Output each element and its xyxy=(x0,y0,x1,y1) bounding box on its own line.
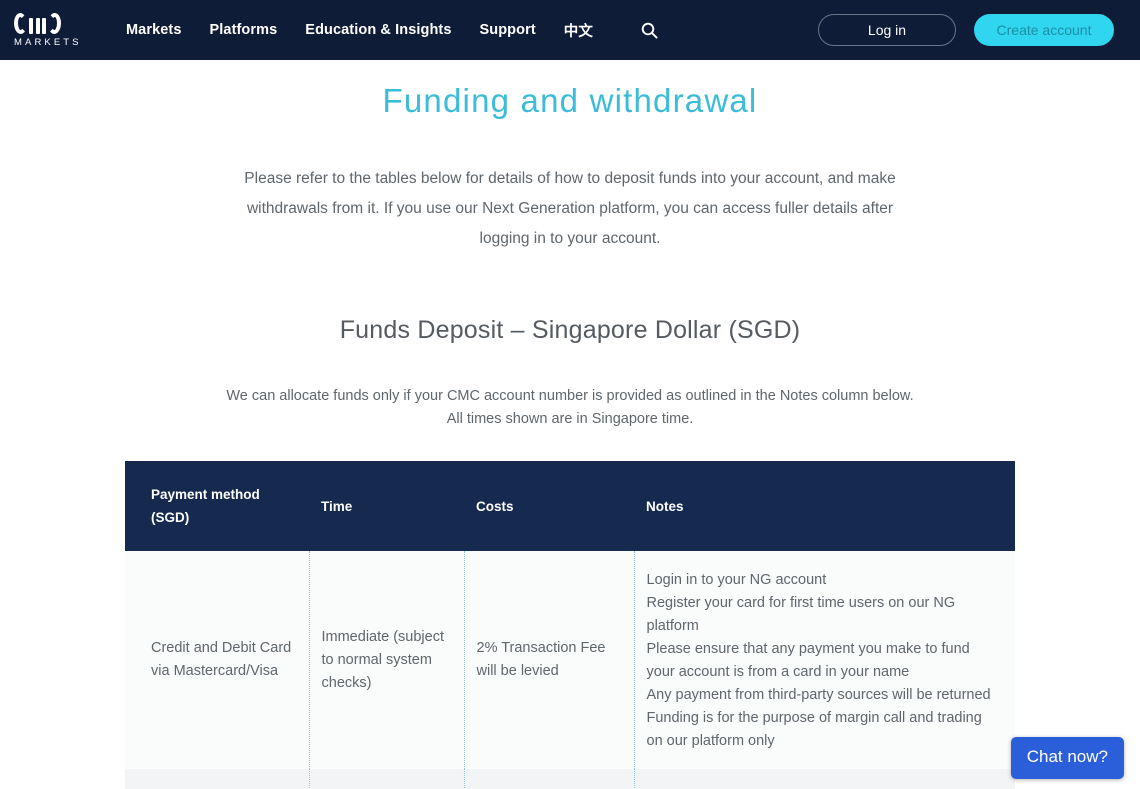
chat-now-button[interactable]: Chat now? xyxy=(1010,737,1124,779)
table-row: Credit and Debit Card via Mastercard/Vis… xyxy=(125,551,1015,769)
notes-list: Login in to your NG account Register you… xyxy=(647,569,1002,753)
cell-payment-method xyxy=(125,769,309,789)
logo-letter-m-bars xyxy=(29,18,46,34)
fees-table-container: Payment method (SGD) Time Costs Notes Cr… xyxy=(125,461,1015,789)
cell-payment-method: Credit and Debit Card via Mastercard/Vis… xyxy=(125,551,309,769)
nav-education-insights[interactable]: Education & Insights xyxy=(305,22,451,38)
subnote-line-1: We can allocate funds only if your CMC a… xyxy=(226,388,914,404)
cell-costs: 2% Transaction Fee will be levied xyxy=(463,551,634,769)
note-line: Please ensure that any payment you make … xyxy=(646,641,970,680)
table-header: Payment method (SGD) Time Costs Notes xyxy=(125,461,1015,551)
subnote-line-2: All times shown are in Singapore time. xyxy=(446,411,694,427)
logo-mark-icon xyxy=(13,12,88,35)
nav-support[interactable]: Support xyxy=(480,22,536,38)
column-header-time: Time xyxy=(309,461,464,551)
search-button[interactable] xyxy=(641,22,658,39)
page-title: Funding and withdrawal xyxy=(382,82,758,119)
nav-markets[interactable]: Markets xyxy=(126,22,182,38)
primary-navigation: Markets Platforms Education & Insights S… xyxy=(126,20,658,41)
nav-platforms[interactable]: Platforms xyxy=(210,22,278,38)
header-actions: Log in Create account xyxy=(818,14,1114,46)
note-line: Register your card for first time users … xyxy=(646,595,956,634)
note-line: Funding is for the purpose of margin cal… xyxy=(646,710,982,749)
create-account-button[interactable]: Create account xyxy=(974,14,1114,46)
column-header-notes: Notes xyxy=(634,461,1015,551)
section-subnote: We can allocate funds only if your CMC a… xyxy=(0,385,1140,431)
column-header-costs: Costs xyxy=(464,461,634,551)
page-content: Funding and withdrawal Please refer to t… xyxy=(0,60,1140,789)
cell-notes: Login in to your NG account Register you… xyxy=(633,551,1015,769)
login-button[interactable]: Log in xyxy=(818,14,956,46)
funds-deposit-table: Payment method (SGD) Time Costs Notes Cr… xyxy=(125,461,1015,789)
column-header-payment-method: Payment method (SGD) xyxy=(125,461,309,551)
note-line: Any payment from third-party sources wil… xyxy=(646,687,991,703)
logo-wordmark: MARKETS xyxy=(14,37,82,48)
table-body: Credit and Debit Card via Mastercard/Vis… xyxy=(125,551,1015,789)
cmc-markets-logo[interactable]: MARKETS xyxy=(13,12,88,48)
table-row: Option 1 xyxy=(125,769,1015,789)
cell-notes: Option 1 xyxy=(633,769,1015,789)
logo-letter-c-left xyxy=(13,12,28,35)
site-header: MARKETS Markets Platforms Education & In… xyxy=(0,0,1140,60)
nav-chinese[interactable]: 中文 xyxy=(564,20,593,41)
logo-letter-c-right xyxy=(47,12,62,35)
cell-time xyxy=(308,769,464,789)
search-icon xyxy=(641,22,658,39)
intro-paragraph: Please refer to the tables below for det… xyxy=(244,170,896,247)
note-line: Login in to your NG account xyxy=(646,572,827,588)
cell-time: Immediate (subject to normal system chec… xyxy=(308,551,464,769)
cell-costs xyxy=(463,769,634,789)
table-header-row: Payment method (SGD) Time Costs Notes xyxy=(125,461,1015,551)
section-title: Funds Deposit – Singapore Dollar (SGD) xyxy=(339,316,801,344)
